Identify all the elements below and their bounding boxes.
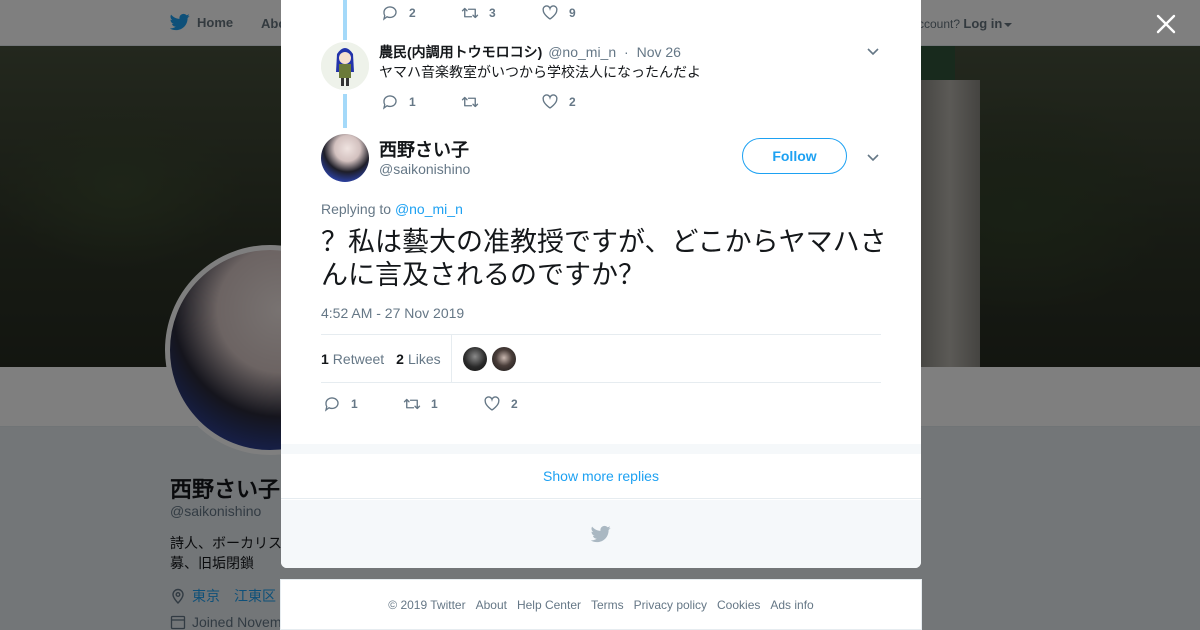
tweet-stats: 1 Retweet 2 Likes bbox=[321, 334, 881, 383]
retweet-icon bbox=[461, 96, 479, 108]
thread-connector-line bbox=[343, 0, 347, 40]
anime-character-avatar bbox=[321, 42, 369, 90]
chevron-down-icon bbox=[867, 48, 879, 56]
follow-button[interactable]: Follow bbox=[742, 138, 847, 174]
reply-icon bbox=[382, 95, 397, 110]
reply-icon bbox=[382, 6, 397, 21]
reply-tweet-actions: 1 2 bbox=[381, 93, 621, 111]
likes-label: Likes bbox=[407, 350, 441, 367]
like-button[interactable]: 2 bbox=[483, 395, 563, 413]
retweet-icon bbox=[461, 7, 479, 19]
retweet-button[interactable] bbox=[461, 93, 541, 111]
like-count: 2 bbox=[569, 95, 576, 109]
prev-tweet-actions: 2 3 9 bbox=[381, 4, 621, 22]
liker-avatar[interactable] bbox=[491, 346, 516, 371]
thread-connector-line bbox=[343, 94, 347, 128]
header-separator: · bbox=[624, 44, 629, 60]
reply-tweet-date[interactable]: Nov 26 bbox=[637, 44, 681, 60]
main-author-handle[interactable]: @saikonishino bbox=[379, 161, 470, 177]
modal-footer bbox=[281, 500, 921, 568]
replying-to-handle-link[interactable]: @no_mi_n bbox=[395, 201, 463, 217]
footer-link-terms[interactable]: Terms bbox=[591, 598, 624, 612]
main-author-name[interactable]: 西野さい子 bbox=[379, 136, 469, 162]
likes-stat[interactable]: 2 Likes bbox=[396, 351, 440, 367]
main-tweet-actions: 1 1 2 bbox=[323, 395, 563, 413]
retweet-count: 1 bbox=[431, 397, 438, 411]
retweets-stat[interactable]: 1 Retweet bbox=[321, 351, 384, 367]
reply-tweet-text: ヤマハ音楽教室がいつから学校法人になったんだよ bbox=[379, 64, 701, 80]
reply-author-avatar[interactable] bbox=[321, 42, 369, 90]
footer-link-help-center[interactable]: Help Center bbox=[517, 598, 581, 612]
retweets-label: Retweet bbox=[332, 350, 385, 367]
footer-copyright: © 2019 Twitter bbox=[388, 597, 466, 612]
retweet-icon bbox=[403, 398, 421, 410]
reply-button[interactable]: 1 bbox=[381, 93, 461, 111]
footer-link-privacy[interactable]: Privacy policy bbox=[634, 598, 707, 612]
close-modal-button[interactable] bbox=[1154, 12, 1178, 36]
replying-to: Replying to @no_mi_n bbox=[321, 201, 463, 217]
reply-author-handle[interactable]: @no_mi_n bbox=[548, 44, 616, 60]
show-more-replies-button[interactable]: Show more replies bbox=[281, 454, 921, 499]
footer-link-ads-info[interactable]: Ads info bbox=[770, 598, 813, 612]
close-icon bbox=[1156, 14, 1176, 34]
tweet-permalink-modal: 2 3 9 農民(内調用トウモロコシ) @no_mi_n · Nov 26 ヤマ… bbox=[281, 0, 921, 568]
like-count: 2 bbox=[511, 397, 518, 411]
liker-avatar[interactable] bbox=[462, 346, 487, 371]
footer-link-about[interactable]: About bbox=[476, 598, 507, 612]
heart-icon bbox=[542, 5, 558, 20]
reply-button[interactable]: 1 bbox=[323, 395, 403, 413]
reply-tweet-header: 農民(内調用トウモロコシ) @no_mi_n · Nov 26 bbox=[379, 42, 681, 62]
tweet-timestamp[interactable]: 4:52 AM - 27 Nov 2019 bbox=[321, 305, 464, 321]
heart-icon bbox=[542, 94, 558, 109]
main-tweet-menu-button[interactable] bbox=[865, 149, 881, 165]
main-tweet-text: ？私は藝大の准教授ですが、どこからヤマハさんに言及されるのですか？ bbox=[321, 227, 887, 290]
heart-icon bbox=[484, 396, 500, 411]
reply-author-name[interactable]: 農民(内調用トウモロコシ) bbox=[379, 44, 542, 60]
likes-number: 2 bbox=[396, 350, 404, 367]
chevron-down-icon bbox=[867, 154, 879, 162]
retweet-button[interactable]: 3 bbox=[461, 4, 541, 22]
footer-link-cookies[interactable]: Cookies bbox=[717, 598, 760, 612]
reply-count: 1 bbox=[351, 397, 358, 411]
reply-count: 2 bbox=[409, 6, 416, 20]
reply-icon bbox=[324, 397, 339, 412]
like-count: 9 bbox=[569, 6, 576, 20]
reply-count: 1 bbox=[409, 95, 416, 109]
reply-tweet-menu-button[interactable] bbox=[865, 43, 881, 59]
replying-to-label: Replying to bbox=[321, 201, 392, 217]
section-divider bbox=[281, 444, 921, 454]
retweet-button[interactable]: 1 bbox=[403, 395, 483, 413]
retweets-number: 1 bbox=[321, 350, 329, 367]
reply-button[interactable]: 2 bbox=[381, 4, 461, 22]
twitter-bird-icon bbox=[591, 525, 611, 543]
retweet-count: 3 bbox=[489, 6, 496, 20]
main-author-avatar[interactable] bbox=[321, 134, 369, 182]
site-footer: © 2019 Twitter About Help Center Terms P… bbox=[280, 579, 922, 630]
stats-divider bbox=[450, 334, 452, 383]
like-button[interactable]: 2 bbox=[541, 93, 621, 111]
like-button[interactable]: 9 bbox=[541, 4, 621, 22]
